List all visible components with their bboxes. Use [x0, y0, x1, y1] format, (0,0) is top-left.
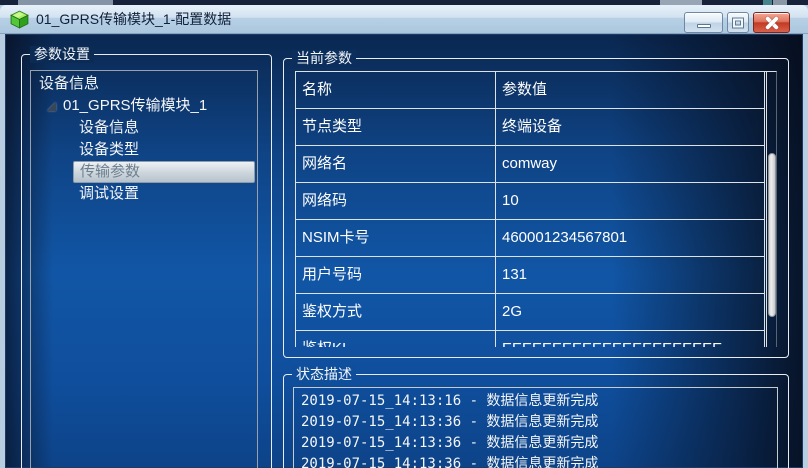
table-row[interactable]: 网络名 comway — [296, 146, 776, 183]
log-line: 2019-07-15_14:13:16 - 数据信息更新完成 — [301, 393, 599, 409]
status-log[interactable]: 2019-07-15_14:13:16 - 数据信息更新完成 2019-07-1… — [293, 387, 778, 468]
param-name: NSIM卡号 — [296, 220, 496, 257]
param-value: 终端设备 — [496, 109, 765, 146]
close-button[interactable] — [753, 12, 790, 33]
table-header-row: 名称 参数值 — [296, 72, 776, 109]
table-row[interactable]: 节点类型 终端设备 — [296, 109, 776, 146]
expanded-triangle-icon[interactable] — [47, 102, 56, 111]
device-tree: 设备信息 01_GPRS传输模块_1 设备信息 设备类型 传输参数 调试设置 — [30, 70, 258, 468]
param-name: 鉴权KI — [296, 331, 496, 347]
param-value: comway — [496, 146, 765, 183]
param-name: 用户号码 — [296, 257, 496, 294]
param-value: EEEEEEEEEEEEEEEEEEEEEE — [496, 331, 765, 347]
parameter-table: 名称 参数值 节点类型 终端设备 网络名 comway 网络码 10 NSIM卡… — [295, 71, 777, 347]
table-vertical-scrollbar[interactable] — [766, 71, 777, 347]
param-name: 鉴权方式 — [296, 294, 496, 331]
table-row[interactable]: NSIM卡号 460001234567801 — [296, 220, 776, 257]
param-value: 460001234567801 — [496, 220, 765, 257]
tree-item-device-info[interactable]: 设备信息 — [31, 117, 257, 139]
param-value: 2G — [496, 294, 765, 331]
config-dialog-window: 01_GPRS传输模块_1-配置数据 参数设置 设备信息 01_GPRS传输模块… — [0, 0, 808, 468]
param-name: 节点类型 — [296, 109, 496, 146]
header-name: 名称 — [296, 72, 496, 109]
titlebar[interactable]: 01_GPRS传输模块_1-配置数据 — [0, 5, 808, 34]
selected-tree-item: 传输参数 — [73, 161, 255, 183]
maximize-icon — [733, 18, 743, 27]
table-row[interactable]: 鉴权方式 2G — [296, 294, 776, 331]
tree-item-device-info-root[interactable]: 设备信息 — [31, 73, 257, 95]
minimize-button[interactable] — [684, 12, 723, 33]
param-name: 网络码 — [296, 183, 496, 220]
tree-item-transmission-params-selected[interactable]: 传输参数 — [31, 161, 257, 183]
log-line: 2019-07-15_14:13:36 - 数据信息更新完成 — [301, 435, 599, 451]
groupbox-label: 状态描述 — [292, 366, 356, 383]
log-line: 2019-07-15_14:13:36 - 数据信息更新完成 — [301, 414, 599, 430]
minimize-icon — [696, 24, 711, 28]
table-row[interactable]: 网络码 10 — [296, 183, 776, 220]
param-value: 131 — [496, 257, 765, 294]
table-row[interactable]: 鉴权KI EEEEEEEEEEEEEEEEEEEEEE — [296, 331, 776, 347]
param-name: 网络名 — [296, 146, 496, 183]
groupbox-label: 当前参数 — [292, 50, 356, 67]
window-title: 01_GPRS传输模块_1-配置数据 — [36, 11, 232, 27]
log-line: 2019-07-15_14:13:36 - 数据信息更新完成 — [301, 456, 599, 468]
header-value: 参数值 — [496, 72, 765, 109]
param-value: 10 — [496, 183, 765, 220]
table-row[interactable]: 用户号码 131 — [296, 257, 776, 294]
green-cube-icon — [10, 10, 29, 29]
maximize-button[interactable] — [727, 12, 749, 33]
tree-item-device-node[interactable]: 01_GPRS传输模块_1 — [31, 95, 257, 117]
dialog-content: 参数设置 设备信息 01_GPRS传输模块_1 设备信息 设备类型 传输参数 调… — [5, 34, 803, 468]
tree-item-debug-settings[interactable]: 调试设置 — [31, 183, 257, 205]
tree-item-device-type[interactable]: 设备类型 — [31, 139, 257, 161]
groupbox-label: 参数设置 — [30, 46, 94, 63]
scrollbar-thumb[interactable] — [768, 153, 776, 317]
